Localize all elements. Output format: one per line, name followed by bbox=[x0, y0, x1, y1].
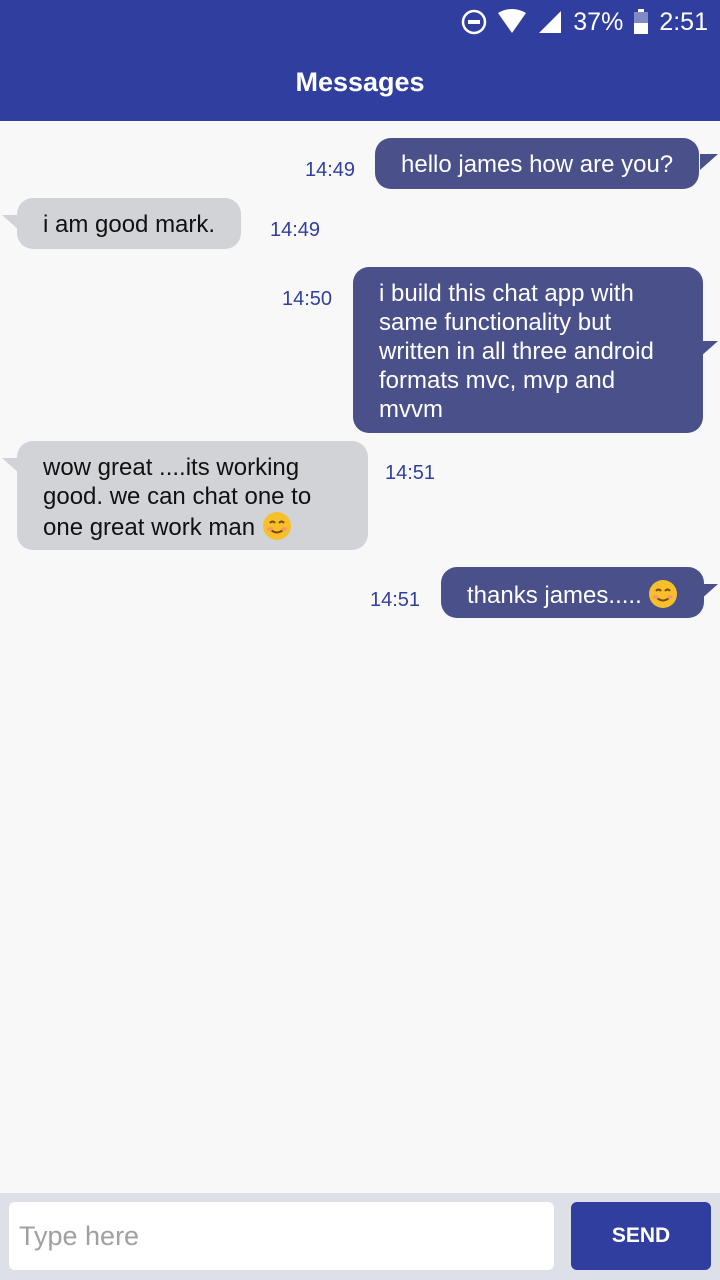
message-bubble[interactable]: thanks james..... bbox=[441, 567, 705, 618]
smiling-face-emoji-icon bbox=[262, 511, 292, 541]
message-bubble[interactable]: wow great ....its working good. we can c… bbox=[17, 441, 368, 550]
message-timestamp: 14:51 bbox=[370, 589, 421, 611]
bubble-tail bbox=[700, 154, 718, 170]
do-not-disturb-icon bbox=[461, 9, 487, 35]
clock: 2:51 bbox=[659, 7, 708, 36]
composer-bar: SEND bbox=[0, 1193, 720, 1280]
message-timestamp: 14:49 bbox=[270, 219, 321, 241]
status-bar: 37% 2:51 bbox=[0, 0, 720, 44]
message-text: i am good mark. bbox=[43, 211, 216, 238]
message-bubble[interactable]: hello james how are you? bbox=[375, 138, 700, 189]
battery-icon bbox=[633, 9, 649, 35]
message-bubble[interactable]: i build this chat app with same function… bbox=[353, 267, 703, 433]
bubble-tail bbox=[700, 341, 718, 357]
send-button[interactable]: SEND bbox=[571, 1202, 711, 1270]
message-text: hello james how are you? bbox=[401, 151, 674, 178]
message-text: thanks james..... bbox=[467, 582, 642, 609]
bubble-tail bbox=[700, 584, 718, 600]
message-timestamp: 14:49 bbox=[305, 159, 356, 181]
message-timestamp: 14:50 bbox=[282, 288, 333, 310]
battery-percentage: 37% bbox=[573, 7, 624, 36]
message-bubble[interactable]: i am good mark. bbox=[17, 198, 242, 249]
wifi-icon bbox=[497, 9, 527, 35]
cell-signal-icon bbox=[537, 9, 563, 35]
message-input[interactable] bbox=[9, 1202, 554, 1270]
message-timestamp: 14:51 bbox=[385, 462, 436, 484]
smiling-face-emoji-icon bbox=[648, 579, 678, 609]
message-list[interactable]: 14:49 hello james how are you? i am good… bbox=[0, 121, 720, 1193]
app-bar: Messages bbox=[0, 44, 720, 121]
page-title: Messages bbox=[295, 67, 425, 97]
message-text: i build this chat app with same function… bbox=[379, 280, 654, 423]
